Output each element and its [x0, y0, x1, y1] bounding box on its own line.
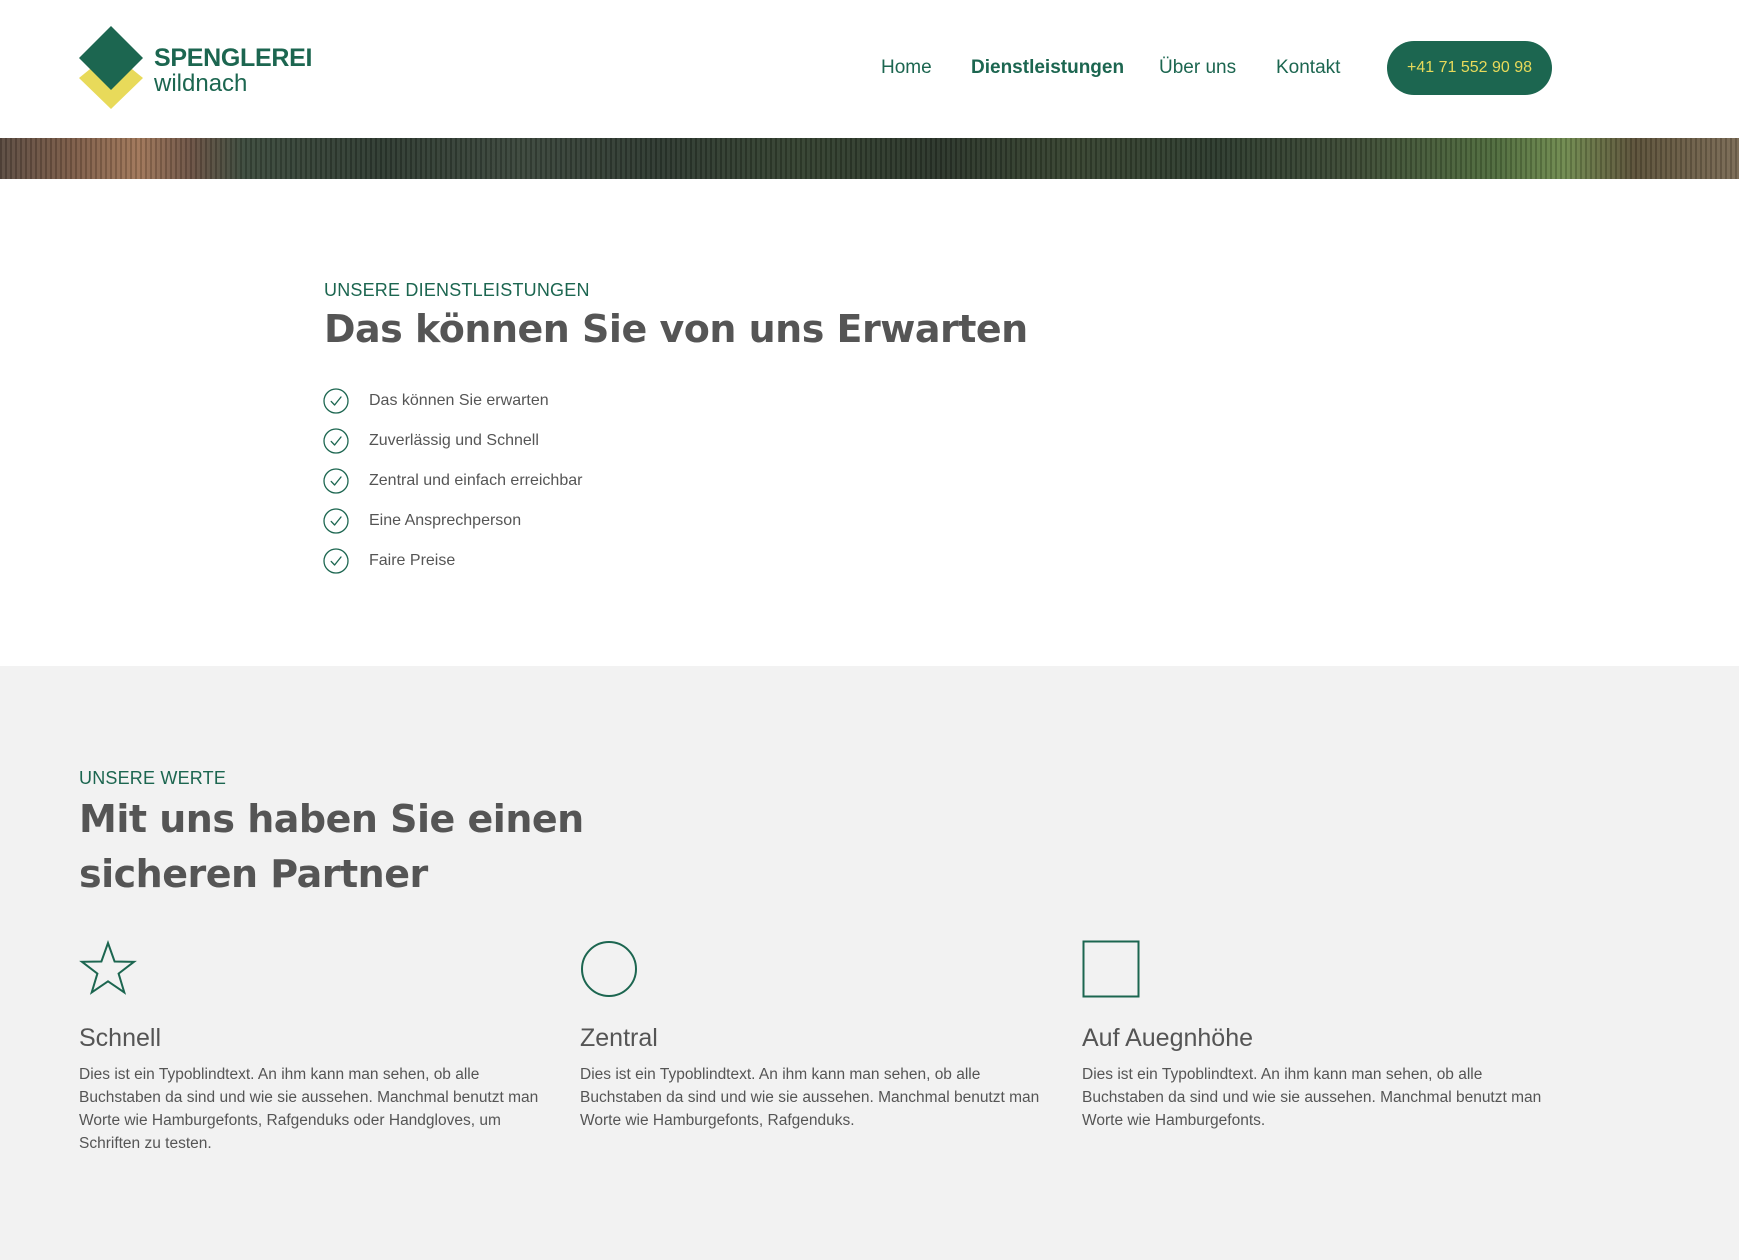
check-list-label: Zentral und einfach erreichbar: [369, 472, 583, 489]
check-list-label: Faire Preise: [369, 552, 456, 569]
check-circle-icon: [323, 548, 349, 574]
nav-item-ueber-uns[interactable]: Über uns: [1159, 57, 1236, 79]
check-list-item: Das können Sie erwarten: [323, 381, 582, 421]
value-card-title: Zentral: [580, 1024, 658, 1052]
logo-link[interactable]: SPENGLEREI wildnach: [78, 26, 318, 112]
value-card-zentral: Zentral Dies ist ein Typoblindtext. An i…: [580, 940, 1050, 1132]
value-card-schnell: Schnell Dies ist ein Typoblindtext. An i…: [79, 940, 549, 1155]
phone-cta-button[interactable]: +41 71 552 90 98: [1387, 41, 1552, 95]
services-check-list: Das können Sie erwarten Zuverlässig und …: [323, 381, 582, 581]
value-card-text: Dies ist ein Typoblindtext. An ihm kann …: [580, 1066, 1040, 1129]
value-card-title: Auf Auegnhöhe: [1082, 1024, 1253, 1052]
nav-item-kontakt[interactable]: Kontakt: [1276, 57, 1340, 79]
circle-icon: [581, 941, 637, 997]
value-card-title: Schnell: [79, 1024, 161, 1052]
check-list-item: Zentral und einfach erreichbar: [323, 461, 582, 501]
check-circle-icon: [323, 508, 349, 534]
nav-item-home[interactable]: Home: [881, 57, 932, 79]
check-list-label: Zuverlässig und Schnell: [369, 432, 539, 449]
square-icon: [1082, 940, 1140, 998]
services-eyebrow: UNSERE DIENSTLEISTUNGEN: [324, 280, 590, 300]
nav-item-dienstleistungen[interactable]: Dienstleistungen: [971, 57, 1124, 79]
value-card-augenhoehe: Auf Auegnhöhe Dies ist ein Typoblindtext…: [1082, 940, 1552, 1132]
values-section: UNSERE WERTE Mit uns haben Sie einen sic…: [0, 666, 1739, 1260]
check-circle-icon: [323, 388, 349, 414]
check-list-item: Eine Ansprechperson: [323, 501, 582, 541]
value-card-text: Dies ist ein Typoblindtext. An ihm kann …: [1082, 1066, 1542, 1129]
star-icon: [79, 940, 137, 995]
check-circle-icon: [323, 428, 349, 454]
check-circle-icon: [323, 468, 349, 494]
check-list-item: Faire Preise: [323, 541, 582, 581]
services-section: UNSERE DIENSTLEISTUNGEN Das können Sie v…: [0, 179, 1739, 666]
values-eyebrow: UNSERE WERTE: [79, 768, 227, 788]
logo-name-line1: SPENGLEREI: [154, 44, 313, 72]
hero-forest-image: [0, 138, 1739, 179]
site-header: SPENGLEREI wildnach Home Dienstleistunge…: [0, 0, 1739, 138]
value-card-text: Dies ist ein Typoblindtext. An ihm kann …: [79, 1066, 539, 1152]
check-list-label: Eine Ansprechperson: [369, 512, 522, 529]
check-list-item: Zuverlässig und Schnell: [323, 421, 582, 461]
services-title: Das können Sie von uns Erwarten: [324, 307, 1028, 351]
values-title: Mit uns haben Sie einen sicheren Partner: [79, 797, 584, 896]
logo-name-line2: wildnach: [154, 70, 248, 97]
diamond-logo-icon: [79, 26, 143, 109]
check-list-label: Das können Sie erwarten: [369, 392, 549, 409]
